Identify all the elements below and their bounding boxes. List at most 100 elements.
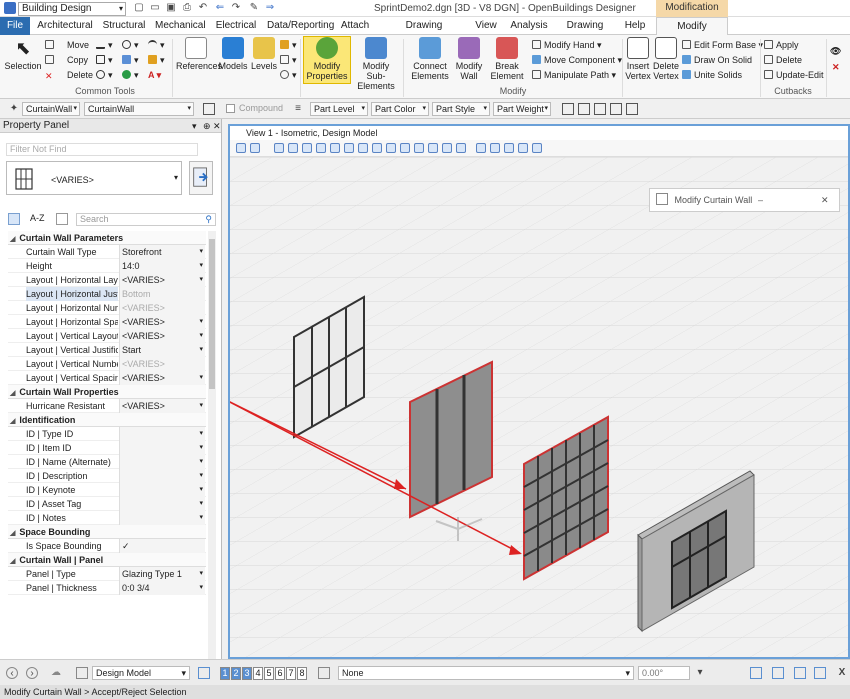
property-value[interactable]: ▾ <box>119 483 205 497</box>
property-value[interactable]: <VARIES> ▾ <box>119 329 205 343</box>
tab-architectural[interactable]: Architectural <box>36 17 94 35</box>
chevron-down-icon[interactable]: ▾ <box>199 315 203 329</box>
property-value[interactable]: <VARIES> ▾ <box>119 315 205 329</box>
pin-icon[interactable]: ✦ <box>8 103 20 115</box>
property-value[interactable]: ✓ <box>119 539 205 553</box>
view-camera-icon[interactable] <box>428 143 438 153</box>
view-button-1[interactable]: 1 <box>220 667 230 680</box>
collapse-triangle-icon[interactable]: ◢ <box>10 558 15 565</box>
delete-button[interactable]: ✕ Delete <box>45 69 93 82</box>
property-value[interactable]: <VARIES> ▾ <box>119 399 205 413</box>
part-dropdown[interactable]: CurtainWall ▾ <box>84 102 194 116</box>
copy-button[interactable]: Copy <box>45 54 88 67</box>
circle-tool[interactable]: ▾ <box>122 39 139 52</box>
property-group-header[interactable]: ◢ Curtain Wall Properties <box>8 385 206 399</box>
property-value[interactable]: 14:0 ▾ <box>119 259 205 273</box>
tab-modify-selected[interactable]: Modify Selected <box>656 17 728 50</box>
isolate-icon[interactable] <box>518 143 528 153</box>
update-icon[interactable] <box>274 143 284 153</box>
tab-view[interactable]: View <box>474 17 498 35</box>
chevron-down-icon[interactable]: ▾ <box>199 497 203 511</box>
forward-icon[interactable]: › <box>26 667 38 679</box>
part-weight-dropdown[interactable]: Part Weight ▾ <box>493 102 551 116</box>
update-edit-button[interactable]: Update-Edit <box>764 69 824 82</box>
tab-analysis[interactable]: Analysis <box>507 17 551 35</box>
tab-structural[interactable]: Structural <box>101 17 147 35</box>
zoom-in-icon[interactable] <box>288 143 298 153</box>
wall-icon[interactable] <box>578 103 590 115</box>
categorized-icon[interactable] <box>8 213 20 225</box>
sort-az-button[interactable]: A-Z <box>30 213 45 223</box>
family-dropdown[interactable]: CurtainWall ▾ <box>22 102 80 116</box>
view-display-icon[interactable] <box>490 143 500 153</box>
grid-icon[interactable] <box>562 103 574 115</box>
tab-electrical[interactable]: Electrical <box>213 17 259 35</box>
back-icon[interactable]: ‹ <box>6 667 18 679</box>
line-tool[interactable]: ▾ <box>96 39 113 52</box>
minimize-icon[interactable]: – <box>758 189 763 211</box>
pin-icon[interactable]: ✎ <box>248 2 260 14</box>
part-color-dropdown[interactable]: Part Color ▾ <box>371 102 429 116</box>
move-button[interactable]: Move <box>45 39 89 52</box>
model-dropdown[interactable]: Design Model ▾ <box>92 666 190 680</box>
chevron-down-icon[interactable]: ▾ <box>199 441 203 455</box>
tab-file[interactable]: File <box>0 17 30 35</box>
property-search-input[interactable]: Search ⚲ <box>76 213 216 226</box>
property-value[interactable]: 0:0 3/4 ▾ <box>119 581 205 595</box>
modify-wall-button[interactable]: Modify Wall <box>454 37 484 81</box>
property-group-header[interactable]: ◢ Identification <box>8 413 206 427</box>
property-value[interactable]: ▾ <box>119 497 205 511</box>
clip-mask-icon[interactable] <box>456 143 466 153</box>
weight-lines-icon[interactable]: ≡ <box>292 103 304 115</box>
references-button[interactable]: References <box>176 37 222 71</box>
break-element-button[interactable]: Break Element <box>488 37 526 81</box>
view-button-5[interactable]: 5 <box>264 667 274 680</box>
close-icon[interactable]: ✕ <box>821 189 829 211</box>
undo-icon[interactable]: ↶ <box>197 2 209 14</box>
display-tool[interactable]: ▾ <box>280 39 297 52</box>
manipulate-path-button[interactable]: Manipulate Path ▾ <box>532 69 616 82</box>
print-icon[interactable]: ⎙ <box>181 2 193 14</box>
collapse-triangle-icon[interactable]: ◢ <box>10 236 15 243</box>
chevron-down-icon[interactable]: ▾ <box>199 329 203 343</box>
cutback-delete-button[interactable]: Delete <box>764 54 802 67</box>
collapse-triangle-icon[interactable]: ◢ <box>10 418 15 425</box>
rotate-view-icon[interactable] <box>344 143 354 153</box>
property-value[interactable]: ▾ <box>119 455 205 469</box>
view-button-4[interactable]: 4 <box>253 667 263 680</box>
chevron-down-icon[interactable]: ▾ <box>199 567 203 581</box>
tab-drawing-aids[interactable]: Drawing Aids <box>558 17 612 49</box>
close-x-icon[interactable]: ✕ <box>832 61 840 74</box>
scrollbar-thumb[interactable] <box>209 239 215 389</box>
active-level-dropdown[interactable]: None ▾ <box>338 666 634 680</box>
select-element-button[interactable] <box>189 161 213 195</box>
save-icon[interactable]: ▣ <box>165 2 177 14</box>
pin-icon[interactable]: ⊕ <box>203 119 211 133</box>
property-value[interactable]: ▾ <box>119 441 205 455</box>
chevron-down-icon[interactable]: ▾ <box>199 511 203 525</box>
point-tool[interactable]: ▾ <box>122 69 139 82</box>
redo-icon[interactable]: ↷ <box>230 2 242 14</box>
fit-view-icon[interactable] <box>330 143 340 153</box>
panel-icon[interactable] <box>610 103 622 115</box>
collapse-triangle-icon[interactable]: ◢ <box>10 530 15 537</box>
view-1[interactable]: View 1 - Isometric, Design Model Modify … <box>228 124 850 659</box>
property-value[interactable]: Glazing Type 1 ▾ <box>119 567 205 581</box>
filter-input[interactable]: Filter Not Find <box>6 143 198 156</box>
curve-tool[interactable]: ▾ <box>96 69 113 82</box>
move-component-button[interactable]: Move Component ▾ <box>532 54 622 67</box>
pattern-tool[interactable]: ▾ <box>148 54 165 67</box>
chevron-down-icon[interactable]: ▾ <box>199 469 203 483</box>
modify-properties-button[interactable]: Modify Properties <box>304 37 350 81</box>
tab-drawing-production[interactable]: Drawing Production <box>381 17 467 49</box>
delete-vertex-button[interactable]: Delete Vertex <box>652 37 680 81</box>
property-value[interactable]: <VARIES> ▾ <box>119 273 205 287</box>
property-group-header[interactable]: ◢ Curtain Wall | Panel <box>8 553 206 567</box>
model-icon[interactable] <box>76 667 88 679</box>
next-view-icon[interactable] <box>400 143 410 153</box>
close-icon[interactable]: ✕ <box>213 119 221 133</box>
apply-button[interactable]: Apply <box>764 39 799 52</box>
active-angle-field[interactable]: 0.00° <box>638 666 690 680</box>
part-style-dropdown[interactable]: Part Style ▾ <box>432 102 490 116</box>
view-button-2[interactable]: 2 <box>231 667 241 680</box>
